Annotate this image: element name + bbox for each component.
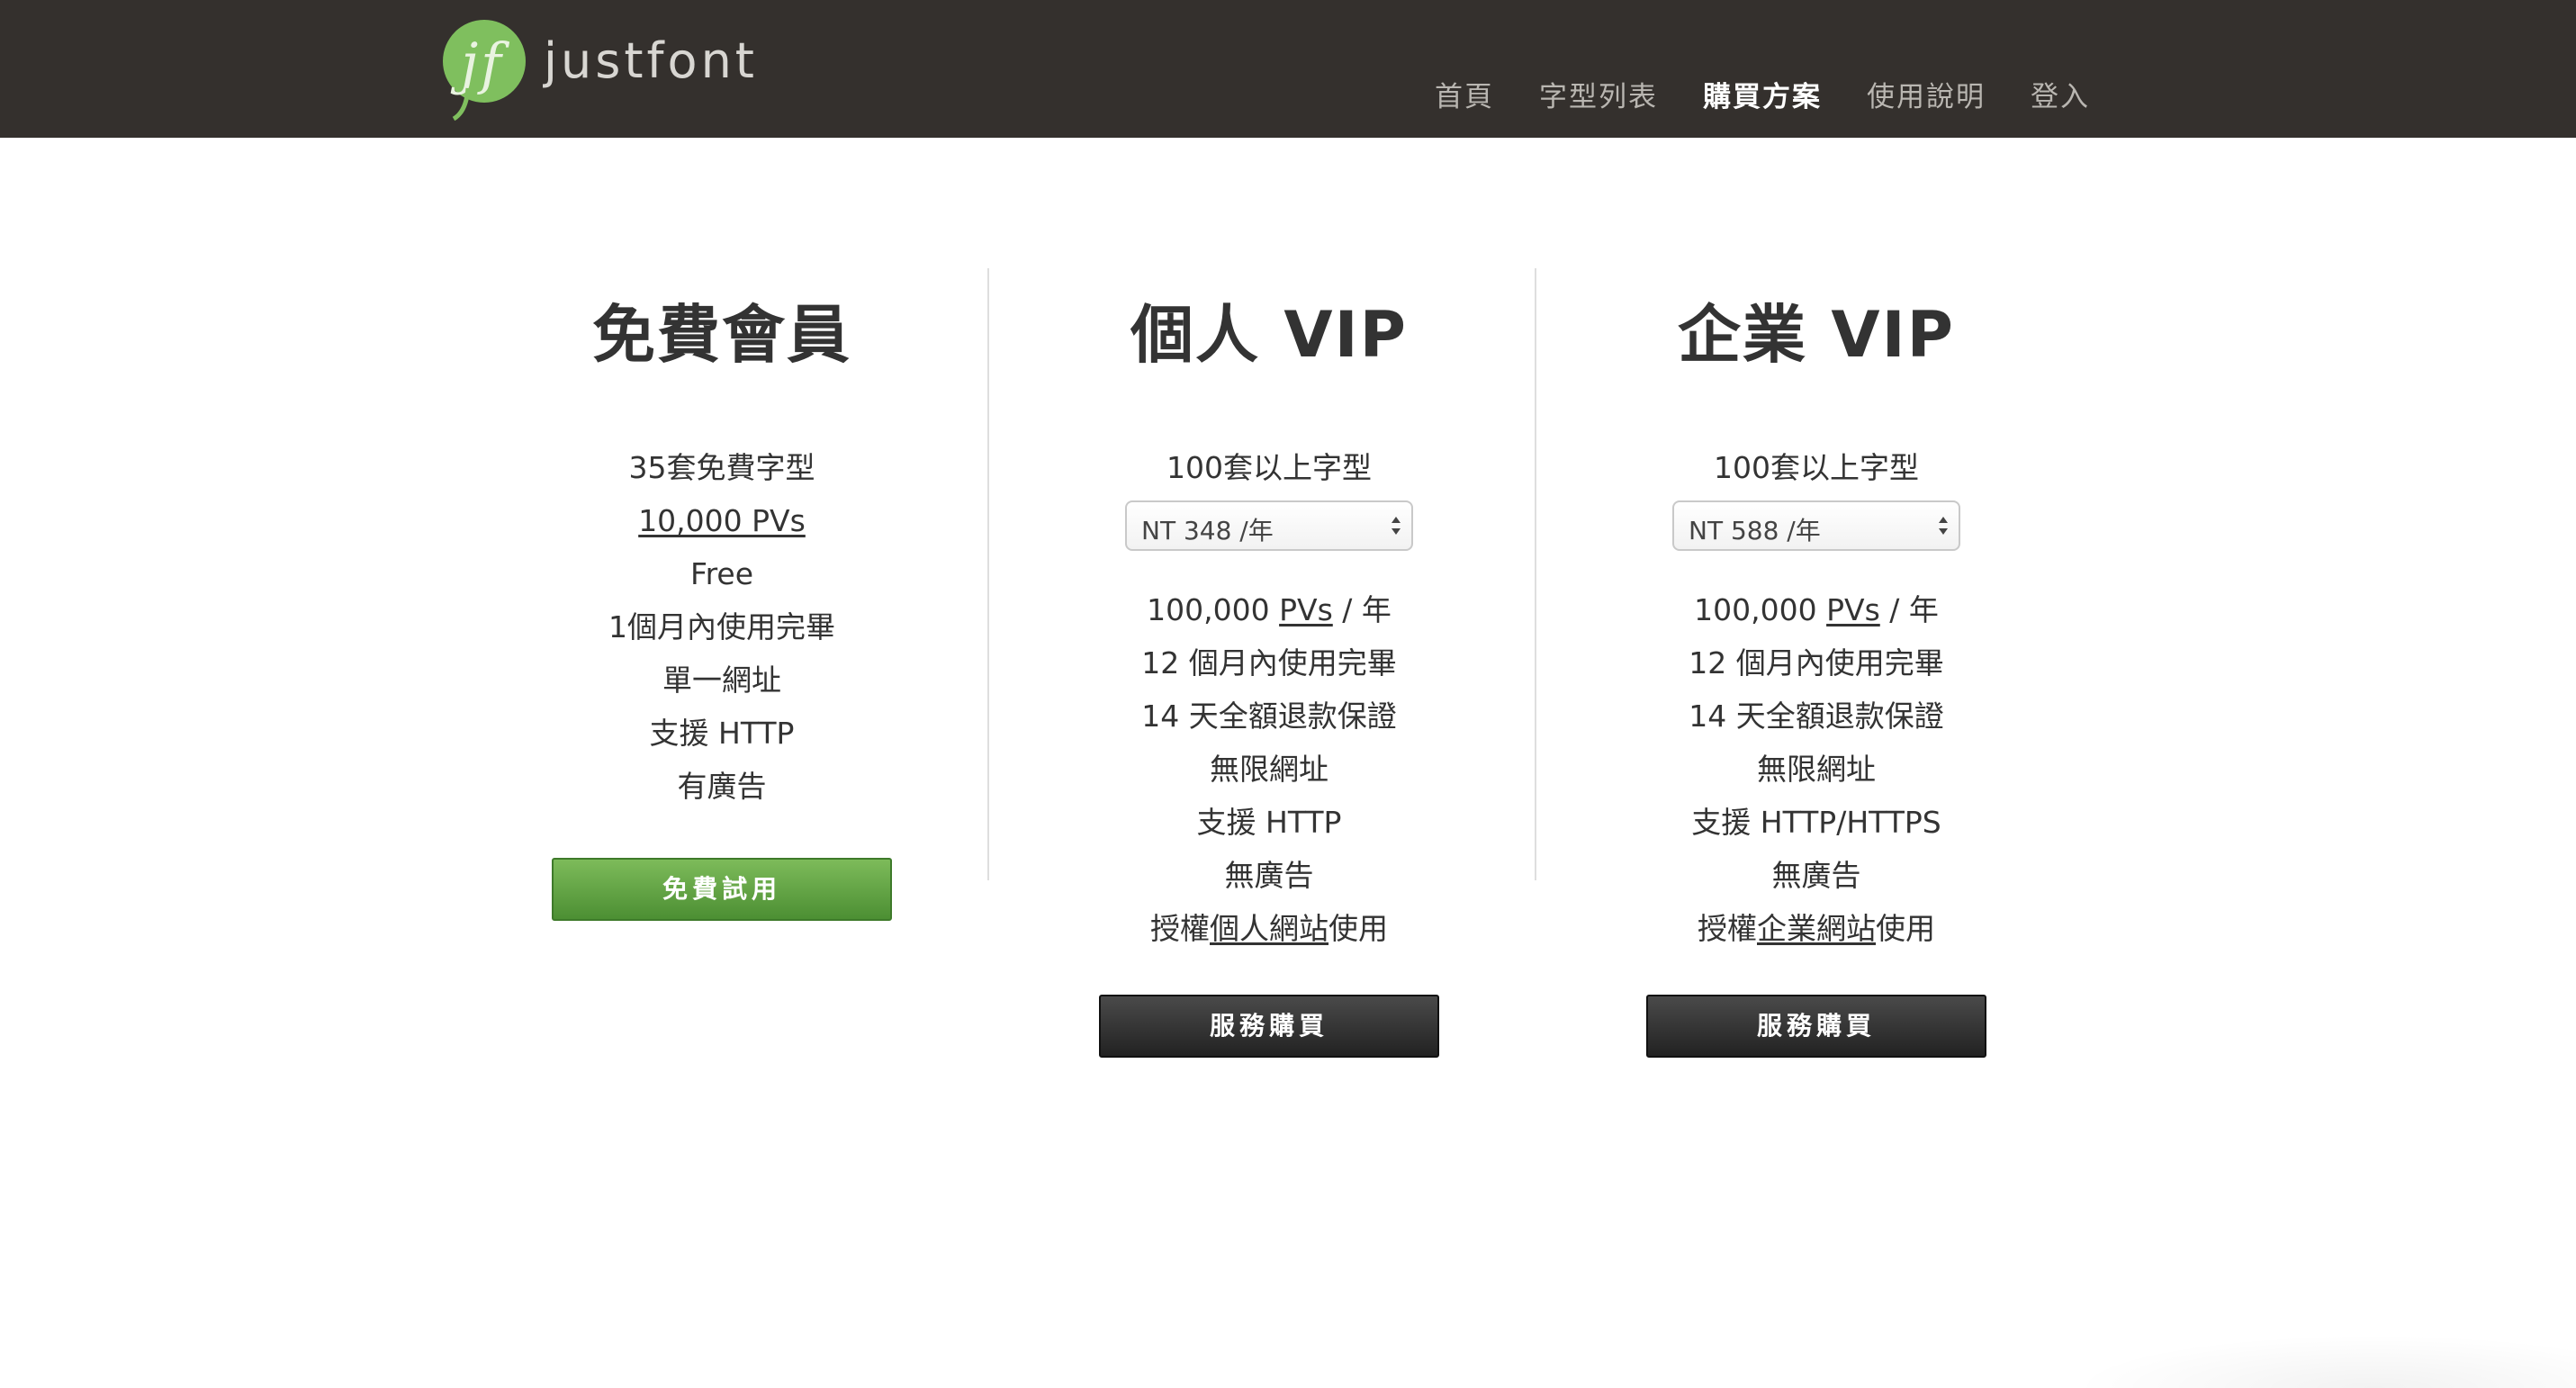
plan-title: 企業 VIP	[1678, 298, 1955, 372]
free-trial-button[interactable]: 免費試用	[552, 858, 892, 921]
price-select-value: NT 348 /年	[1141, 516, 1274, 545]
feature-fonts: 100套以上字型	[1714, 450, 1919, 485]
feature-urls: 無限網址	[1757, 752, 1876, 787]
feature-license: 授權企業網站使用	[1698, 911, 1935, 946]
feature-pvs: 100,000 PVs / 年	[1147, 592, 1392, 627]
feature-duration: 12 個月內使用完畢	[1141, 645, 1397, 680]
plan-personal-vip: 個人 VIP 100套以上字型 NT 348 /年 100,000 PVs / …	[1017, 290, 1521, 1058]
select-arrows-icon	[1939, 517, 1948, 535]
buy-personal-button[interactable]: 服務購買	[1099, 995, 1439, 1058]
feature-urls: 無限網址	[1210, 752, 1329, 787]
plan-title: 個人 VIP	[1130, 298, 1408, 372]
plan-features: 35套免費字型 10,000 PVs Free 1個月內使用完畢 單一網址 支援…	[470, 441, 974, 813]
feature-fonts: 100套以上字型	[1166, 450, 1372, 485]
feature-ads: 有廣告	[677, 769, 767, 804]
feature-protocol: 支援 HTTP	[1196, 805, 1342, 840]
feature-price: Free	[689, 556, 754, 591]
column-divider	[1535, 268, 1536, 880]
price-select[interactable]: NT 588 /年	[1672, 500, 1960, 551]
feature-license: 授權個人網站使用	[1150, 911, 1388, 946]
feature-ads: 無廣告	[1224, 858, 1314, 893]
pvs-link[interactable]: PVs	[1826, 592, 1880, 627]
feature-protocol: 支援 HTTP/HTTPS	[1691, 805, 1941, 840]
feature-protocol: 支援 HTTP	[649, 716, 795, 751]
column-divider	[987, 268, 989, 880]
pvs-link[interactable]: 10,000 PVs	[638, 503, 806, 538]
feature-duration: 1個月內使用完畢	[608, 609, 835, 644]
feature-ads: 無廣告	[1771, 858, 1861, 893]
plan-business-vip: 企業 VIP 100套以上字型 NT 588 /年 100,000 PVs / …	[1564, 290, 2068, 1058]
feature-urls: 單一網址	[662, 662, 781, 698]
license-link[interactable]: 個人網站	[1210, 911, 1329, 946]
pricing-plans: 免費會員 35套免費字型 10,000 PVs Free 1個月內使用完畢 單一…	[0, 0, 2576, 1388]
plan-free: 免費會員 35套免費字型 10,000 PVs Free 1個月內使用完畢 單一…	[470, 290, 974, 921]
plan-features: 100套以上字型 NT 348 /年 100,000 PVs / 年 12 個月…	[1017, 441, 1521, 955]
feature-duration: 12 個月內使用完畢	[1689, 645, 1944, 680]
price-select-value: NT 588 /年	[1689, 516, 1821, 545]
plan-features: 100套以上字型 NT 588 /年 100,000 PVs / 年 12 個月…	[1564, 441, 2068, 955]
feature-refund: 14 天全額退款保證	[1141, 699, 1397, 734]
feature-pvs: 100,000 PVs / 年	[1694, 592, 1939, 627]
feature-fonts: 35套免費字型	[628, 450, 815, 485]
buy-business-button[interactable]: 服務購買	[1646, 995, 1986, 1058]
feature-pvs[interactable]: 10,000 PVs	[470, 494, 974, 547]
pvs-link[interactable]: PVs	[1279, 592, 1333, 627]
select-arrows-icon	[1392, 517, 1401, 535]
price-select[interactable]: NT 348 /年	[1125, 500, 1413, 551]
corner-shadow	[2072, 1334, 2576, 1388]
feature-refund: 14 天全額退款保證	[1689, 699, 1944, 734]
license-link[interactable]: 企業網站	[1757, 911, 1876, 946]
plan-title: 免費會員	[592, 298, 851, 372]
